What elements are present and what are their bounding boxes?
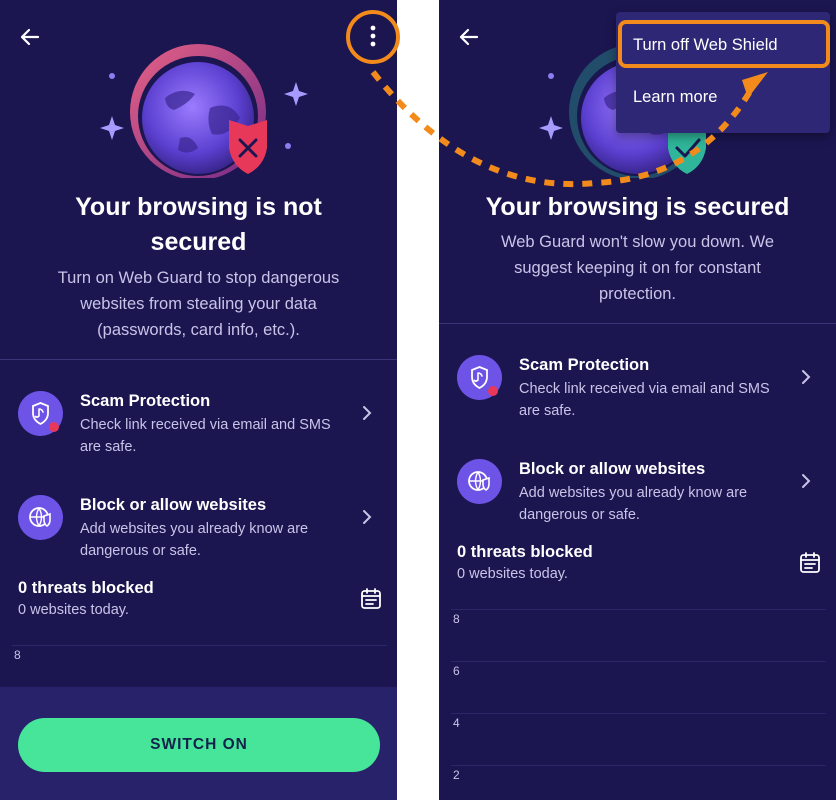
page-subtitle-line1: Turn on Web Guard to stop dangerous [57,269,340,287]
chevron-right-icon [360,403,374,423]
globe-shield-icon [18,495,63,540]
calendar-icon[interactable] [797,550,823,576]
menu-item-learn-more[interactable]: Learn more [616,74,830,124]
page-title: Your browsing is secured [485,193,790,221]
globe-shield-icon [457,459,502,504]
threats-summary: 0 threats blocked 0 websites today. [457,541,757,585]
row-description: Add websites you already know are danger… [519,485,748,523]
back-arrow-icon[interactable] [453,22,485,52]
globe-unsecured-illustration [70,38,320,180]
scam-protection-row[interactable]: Scam Protection Check link received via … [0,391,397,471]
chart-tick-label: 8 [453,612,460,626]
chart-gridline [12,645,387,646]
menu-item-label: Turn off Web Shield [633,36,778,54]
left-screen-not-secured: Your browsing is not secured Turn on Web… [0,0,397,800]
chart-gridline [451,765,826,766]
row-title: Scam Protection [519,356,650,374]
threats-summary: 0 threats blocked 0 websites today. [18,577,318,621]
block-allow-websites-row[interactable]: Block or allow websites Add websites you… [439,459,836,539]
more-options-icon[interactable] [352,20,396,54]
websites-today: 0 websites today. [18,602,129,618]
websites-today: 0 websites today. [457,566,568,582]
menu-item-label: Learn more [633,88,718,106]
scam-protection-icon [18,391,63,436]
row-title: Block or allow websites [80,496,267,514]
chart-tick-label: 8 [14,648,21,662]
menu-item-turn-off-web-shield[interactable]: Turn off Web Shield [616,22,830,72]
chart-tick-label: 4 [453,716,460,730]
page-title-line1: Your browsing is not [75,193,322,221]
page-subtitle-line1: Web Guard won't slow you down. We [500,233,775,251]
calendar-icon[interactable] [358,586,384,612]
chevron-right-icon [799,471,813,491]
page-subtitle-line2: suggest keeping it on for constant [514,259,761,277]
chevron-right-icon [799,367,813,387]
row-description: Add websites you already know are danger… [80,521,309,559]
row-description: Check link received via email and SMS ar… [80,417,331,455]
chart-gridline [451,661,826,662]
divider [0,359,397,360]
page-subtitle-line3: (passwords, card info, etc.). [97,321,300,339]
page-subtitle-line3: protection. [598,285,677,303]
block-allow-websites-row[interactable]: Block or allow websites Add websites you… [0,495,397,575]
scam-protection-row[interactable]: Scam Protection Check link received via … [439,355,836,435]
row-description: Check link received via email and SMS ar… [519,381,770,419]
scam-protection-icon [457,355,502,400]
chart-tick-label: 2 [453,768,460,782]
divider [439,323,836,324]
page-subtitle-line2: websites from stealing your data [80,295,317,313]
options-menu: Turn off Web Shield Learn more [616,12,830,133]
threats-blocked-count: 0 threats blocked [18,579,154,597]
back-arrow-icon[interactable] [14,22,46,52]
chart-gridline [451,609,826,610]
row-title: Block or allow websites [519,460,706,478]
switch-on-button[interactable]: SWITCH ON [18,718,380,772]
row-title: Scam Protection [80,392,211,410]
threats-blocked-count: 0 threats blocked [457,543,593,561]
chart-tick-label: 6 [453,664,460,678]
chevron-right-icon [360,507,374,527]
page-title-line2: secured [150,228,247,256]
chart-gridline [451,713,826,714]
